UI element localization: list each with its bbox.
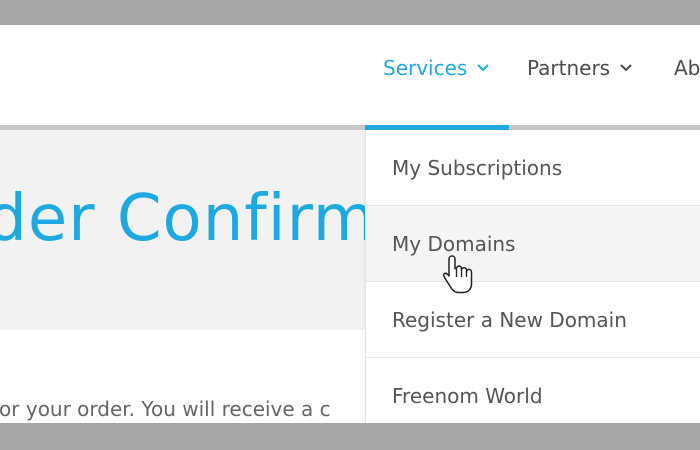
menu-item-my-domains[interactable]: My Domains [366, 206, 700, 282]
chevron-down-icon [476, 63, 490, 73]
site-header: Services Partners Ab [0, 25, 700, 125]
nav-partners[interactable]: Partners [527, 56, 633, 80]
page: Services Partners Ab rder Confirm for yo… [0, 25, 700, 423]
screenshot-frame: Services Partners Ab rder Confirm for yo… [0, 0, 700, 450]
menu-item-label: Freenom World [392, 384, 543, 408]
chevron-down-icon [619, 63, 633, 73]
page-title: rder Confirm [0, 182, 377, 256]
nav-services-label: Services [383, 56, 468, 80]
nav-services[interactable]: Services [383, 56, 490, 80]
nav-active-indicator [365, 125, 509, 130]
confirmation-text: for your order. You will receive a c [0, 397, 339, 421]
services-dropdown-menu: My Subscriptions My Domains Register a N… [365, 130, 700, 423]
menu-item-label: My Domains [392, 232, 516, 256]
nav-about[interactable]: Ab [674, 56, 700, 80]
confirmation-text-content: for your order. You will receive a c [0, 397, 331, 421]
menu-item-label: My Subscriptions [392, 156, 563, 180]
menu-item-label: Register a New Domain [392, 308, 627, 332]
nav-partners-label: Partners [527, 56, 611, 80]
menu-item-register-new-domain[interactable]: Register a New Domain [366, 282, 700, 358]
menu-item-freenom-world[interactable]: Freenom World [366, 358, 700, 423]
menu-item-my-subscriptions[interactable]: My Subscriptions [366, 130, 700, 206]
nav-about-label: Ab [674, 56, 700, 80]
